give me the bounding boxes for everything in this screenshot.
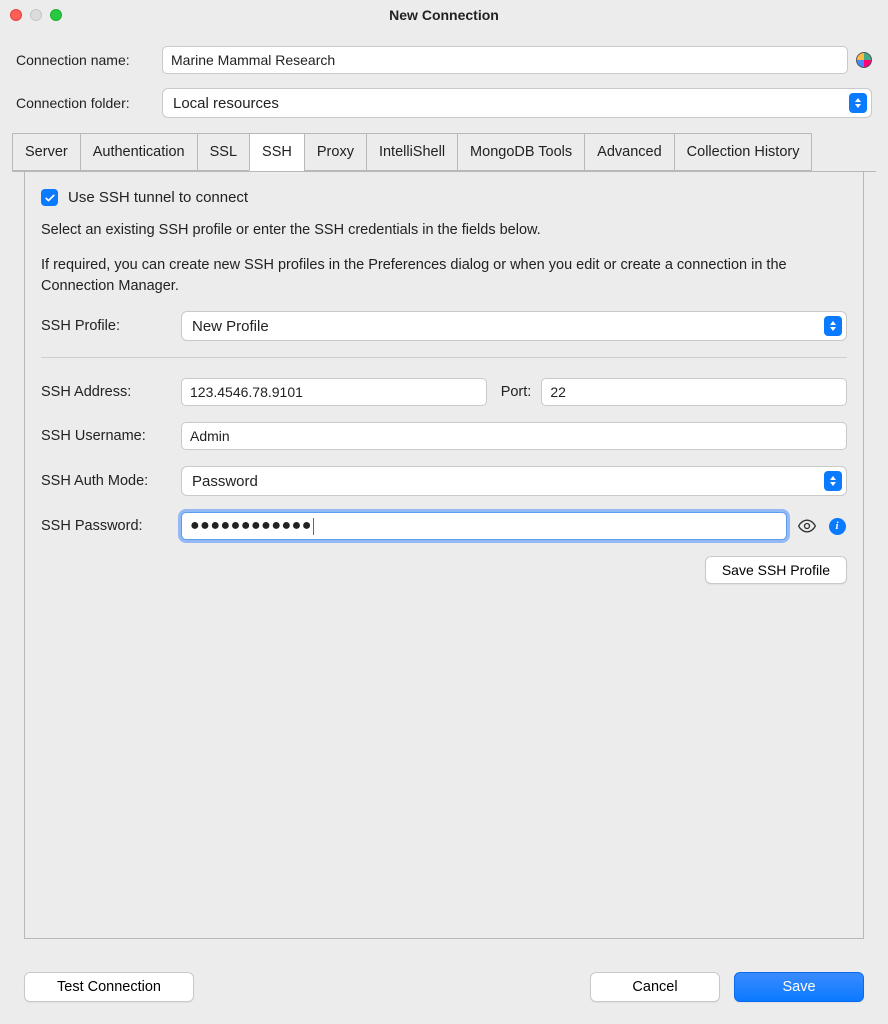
ssh-password-label: SSH Password: xyxy=(41,518,181,534)
ssh-address-value: 123.4546.78.9101 xyxy=(190,384,303,400)
ssh-profile-value: New Profile xyxy=(192,318,269,335)
tab-server[interactable]: Server xyxy=(12,133,81,171)
select-stepper-icon xyxy=(824,471,842,491)
connection-folder-value: Local resources xyxy=(173,95,279,112)
tab-authentication[interactable]: Authentication xyxy=(80,133,198,171)
tab-proxy[interactable]: Proxy xyxy=(304,133,367,171)
ssh-port-value: 22 xyxy=(550,384,566,400)
connection-name-label: Connection name: xyxy=(16,52,162,68)
ssh-username-input[interactable]: Admin xyxy=(181,422,847,450)
password-info-button[interactable]: i xyxy=(827,516,847,536)
eye-icon xyxy=(797,516,817,536)
ssh-password-value: ●●●●●●●●●●●● xyxy=(190,517,312,535)
connection-folder-label: Connection folder: xyxy=(16,95,162,111)
ssh-password-input[interactable]: ●●●●●●●●●●●● xyxy=(181,512,787,540)
connection-name-value: Marine Mammal Research xyxy=(171,52,335,68)
tab-filler xyxy=(811,133,876,171)
tab-mongodb-tools[interactable]: MongoDB Tools xyxy=(457,133,585,171)
use-ssh-tunnel-checkbox[interactable] xyxy=(41,189,58,206)
cancel-button[interactable]: Cancel xyxy=(590,972,720,1002)
ssh-intro-1: Select an existing SSH profile or enter … xyxy=(41,220,847,241)
checkmark-icon xyxy=(44,192,56,204)
reveal-password-button[interactable] xyxy=(797,516,817,536)
test-connection-button[interactable]: Test Connection xyxy=(24,972,194,1002)
titlebar: New Connection xyxy=(0,0,888,30)
select-stepper-icon xyxy=(849,93,867,113)
tab-intellishell[interactable]: IntelliShell xyxy=(366,133,458,171)
window-title: New Connection xyxy=(0,7,888,23)
connection-name-input[interactable]: Marine Mammal Research xyxy=(162,46,848,74)
text-caret xyxy=(313,518,314,535)
divider xyxy=(41,357,847,358)
ssh-profile-select[interactable]: New Profile xyxy=(181,311,847,341)
ssh-port-label: Port: xyxy=(501,384,532,400)
ssh-intro-2: If required, you can create new SSH prof… xyxy=(41,255,847,297)
ssh-username-label: SSH Username: xyxy=(41,428,181,444)
connection-tabs: Server Authentication SSL SSH Proxy Inte… xyxy=(12,133,876,172)
save-button[interactable]: Save xyxy=(734,972,864,1002)
tab-ssl[interactable]: SSL xyxy=(197,133,250,171)
color-picker-icon[interactable] xyxy=(856,52,872,68)
save-ssh-profile-button[interactable]: Save SSH Profile xyxy=(705,556,847,584)
ssh-address-input[interactable]: 123.4546.78.9101 xyxy=(181,378,487,406)
ssh-auth-mode-select[interactable]: Password xyxy=(181,466,847,496)
ssh-auth-mode-label: SSH Auth Mode: xyxy=(41,473,181,489)
tab-collection-history[interactable]: Collection History xyxy=(674,133,813,171)
ssh-profile-label: SSH Profile: xyxy=(41,318,181,334)
ssh-auth-mode-value: Password xyxy=(192,473,258,490)
info-icon: i xyxy=(829,518,846,535)
connection-folder-select[interactable]: Local resources xyxy=(162,88,872,118)
select-stepper-icon xyxy=(824,316,842,336)
dialog-footer: Test Connection Cancel Save xyxy=(0,954,888,1024)
tab-advanced[interactable]: Advanced xyxy=(584,133,675,171)
ssh-port-input[interactable]: 22 xyxy=(541,378,847,406)
connection-basic-form: Connection name: Marine Mammal Research … xyxy=(0,30,888,118)
ssh-username-value: Admin xyxy=(190,428,230,444)
ssh-panel: Use SSH tunnel to connect Select an exis… xyxy=(24,171,864,939)
tab-ssh[interactable]: SSH xyxy=(249,133,305,171)
use-ssh-tunnel-label: Use SSH tunnel to connect xyxy=(68,189,248,206)
ssh-address-label: SSH Address: xyxy=(41,384,181,400)
